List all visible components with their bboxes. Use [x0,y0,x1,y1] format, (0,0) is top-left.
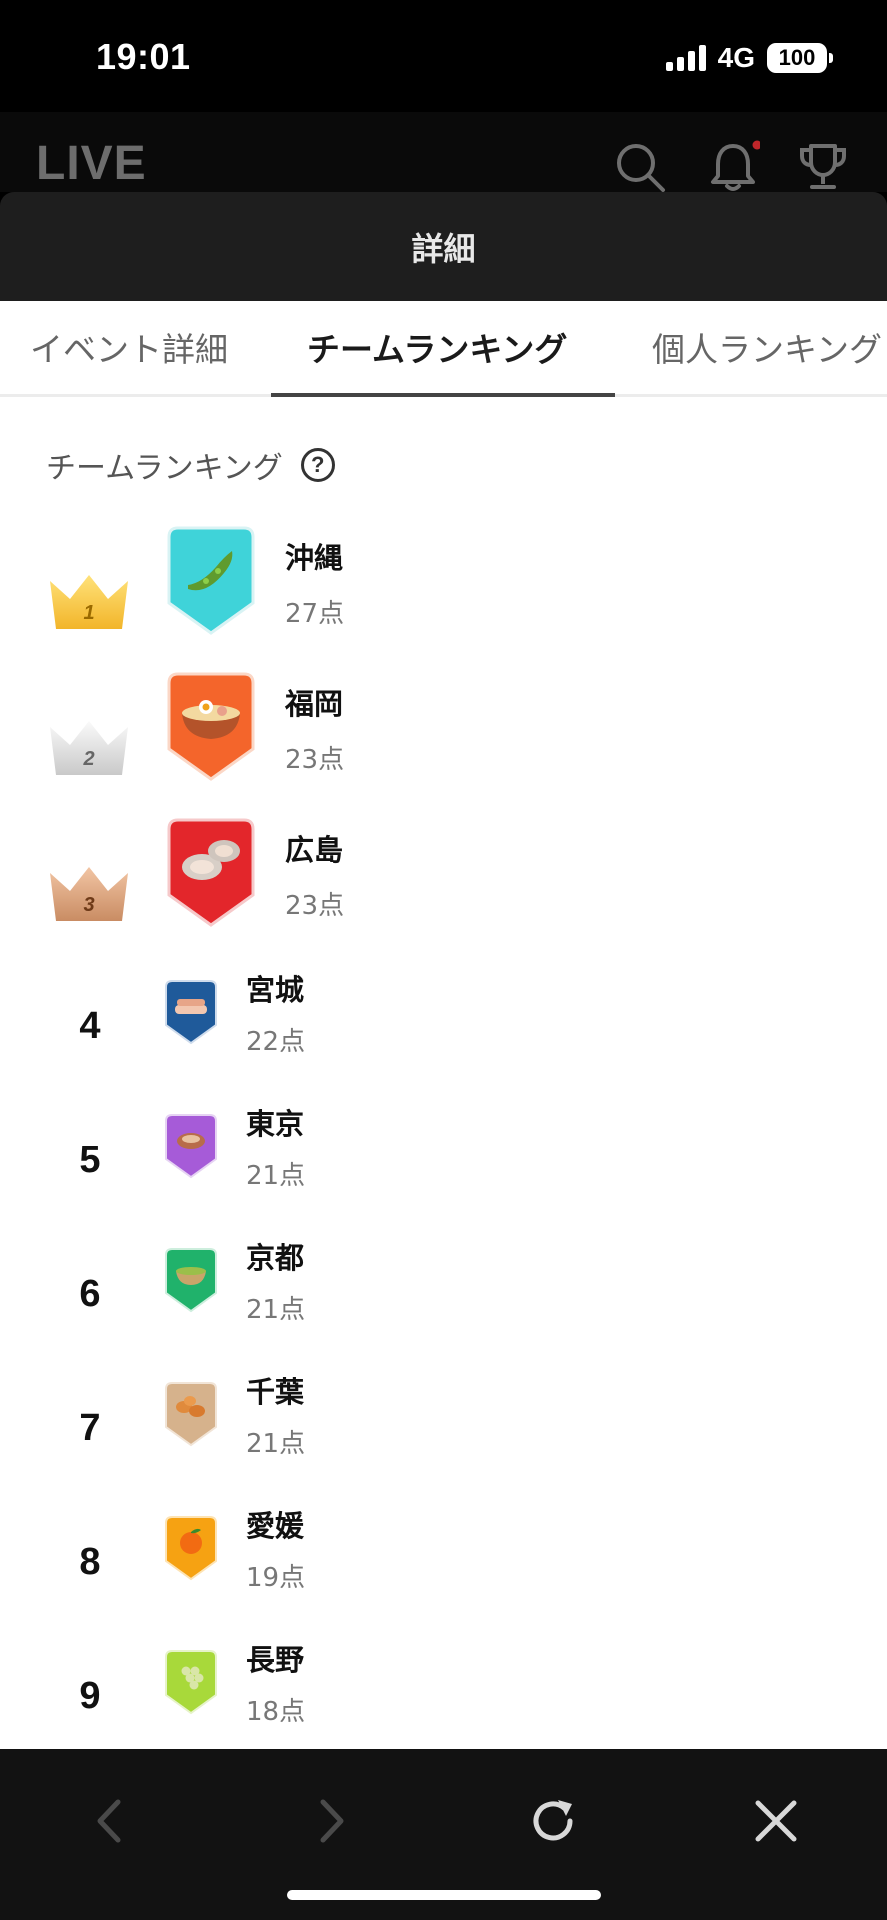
section-title-text: チームランキング [46,451,283,486]
status-time: 19:01 [96,36,191,77]
team-score: 27点 [285,599,345,629]
back-icon [97,1799,121,1843]
team-score: 19点 [246,1563,306,1593]
crown-number: 3 [83,894,94,916]
battery-level: 100 [778,45,816,70]
team-score: 21点 [246,1295,306,1325]
tab-event-details[interactable]: イベント詳細 [30,323,228,371]
home-indicator [287,1890,601,1900]
ranking-row-9[interactable]: 9 長野 18点 [0,1631,887,1749]
active-tab-indicator [271,393,615,397]
crown-number: 1 [83,602,94,624]
rank-number: 4 [79,1005,101,1047]
tab-team-ranking[interactable]: チームランキング [307,323,567,371]
team-score: 18点 [246,1697,306,1727]
forward-button[interactable] [301,1791,361,1851]
network-type: 4G [717,42,755,73]
ranking-row-2[interactable]: 2 福岡 23点 [0,667,887,807]
team-name: 宮城 [246,973,305,1007]
kyoto-badge [165,1248,217,1313]
tab-individual-ranking[interactable]: 個人ランキング [652,323,882,371]
team-score: 22点 [246,1027,306,1057]
ranking-row-8[interactable]: 8 愛媛 19点 [0,1497,887,1631]
fukuoka-badge [167,672,255,781]
search-icon[interactable] [613,140,667,194]
team-score: 23点 [285,891,345,921]
close-icon [755,1800,797,1842]
team-name: 東京 [246,1107,305,1141]
app-header: LIVE [0,112,887,192]
signal-icon [665,45,706,71]
reload-icon [533,1800,573,1841]
bronze-crown-icon: 3 [50,867,128,921]
ranking-row-3[interactable]: 3 広島 23点 [0,813,887,953]
sheet-title: 詳細 [411,230,476,268]
ranking-row-6[interactable]: 6 京都 21点 [0,1229,887,1363]
team-score: 21点 [246,1161,306,1191]
chiba-badge [165,1382,217,1447]
ranking-row-5[interactable]: 5 東京 21点 [0,1095,887,1229]
team-name: 長野 [246,1643,305,1677]
rank-number: 7 [79,1407,101,1449]
ranking-row-7[interactable]: 7 千葉 21点 [0,1363,887,1497]
team-score: 23点 [285,745,345,775]
team-name: 沖縄 [285,541,344,575]
rank-number: 5 [79,1139,101,1181]
team-name: 千葉 [246,1375,305,1409]
rank-number: 8 [79,1541,101,1583]
miyagi-badge [165,980,217,1045]
crown-number: 2 [82,748,94,770]
tab-bar: イベント詳細 チームランキング 個人ランキング [0,301,887,397]
bell-icon[interactable] [706,140,760,194]
ranking-row-1[interactable]: 1 沖縄 27点 [0,521,887,661]
ranking-row-4[interactable]: 4 宮城 22点 [0,961,887,1095]
help-icon[interactable]: ? [300,448,335,482]
ranking-content: イベント詳細 チームランキング 個人ランキング チームランキング ? 1 沖縄 … [0,301,887,1749]
app-logo: LIVE [36,137,147,190]
team-name: 京都 [246,1241,305,1275]
nagano-badge [165,1650,217,1715]
ehime-badge [165,1516,217,1581]
okinawa-badge [167,526,255,635]
rank-number: 9 [79,1675,101,1717]
section-title: チームランキング ? [46,443,335,487]
status-bar: 19:01 4G 100 [0,0,887,112]
team-name: 愛媛 [246,1509,305,1543]
forward-icon [320,1799,344,1843]
trophy-icon[interactable] [796,140,850,194]
sheet-header: 詳細 [0,192,887,301]
team-score: 21点 [246,1429,306,1459]
reload-button[interactable] [523,1791,583,1851]
battery-icon: 100 [767,43,833,73]
team-name: 広島 [285,833,344,867]
gold-crown-icon: 1 [50,575,128,629]
hiroshima-badge [167,818,255,927]
tokyo-badge [165,1114,217,1179]
close-button[interactable] [746,1791,806,1851]
rank-number: 6 [79,1273,101,1315]
silver-crown-icon: 2 [50,721,128,775]
team-name: 福岡 [285,687,344,721]
status-indicators: 4G 100 [665,42,833,74]
back-button[interactable] [80,1791,140,1851]
